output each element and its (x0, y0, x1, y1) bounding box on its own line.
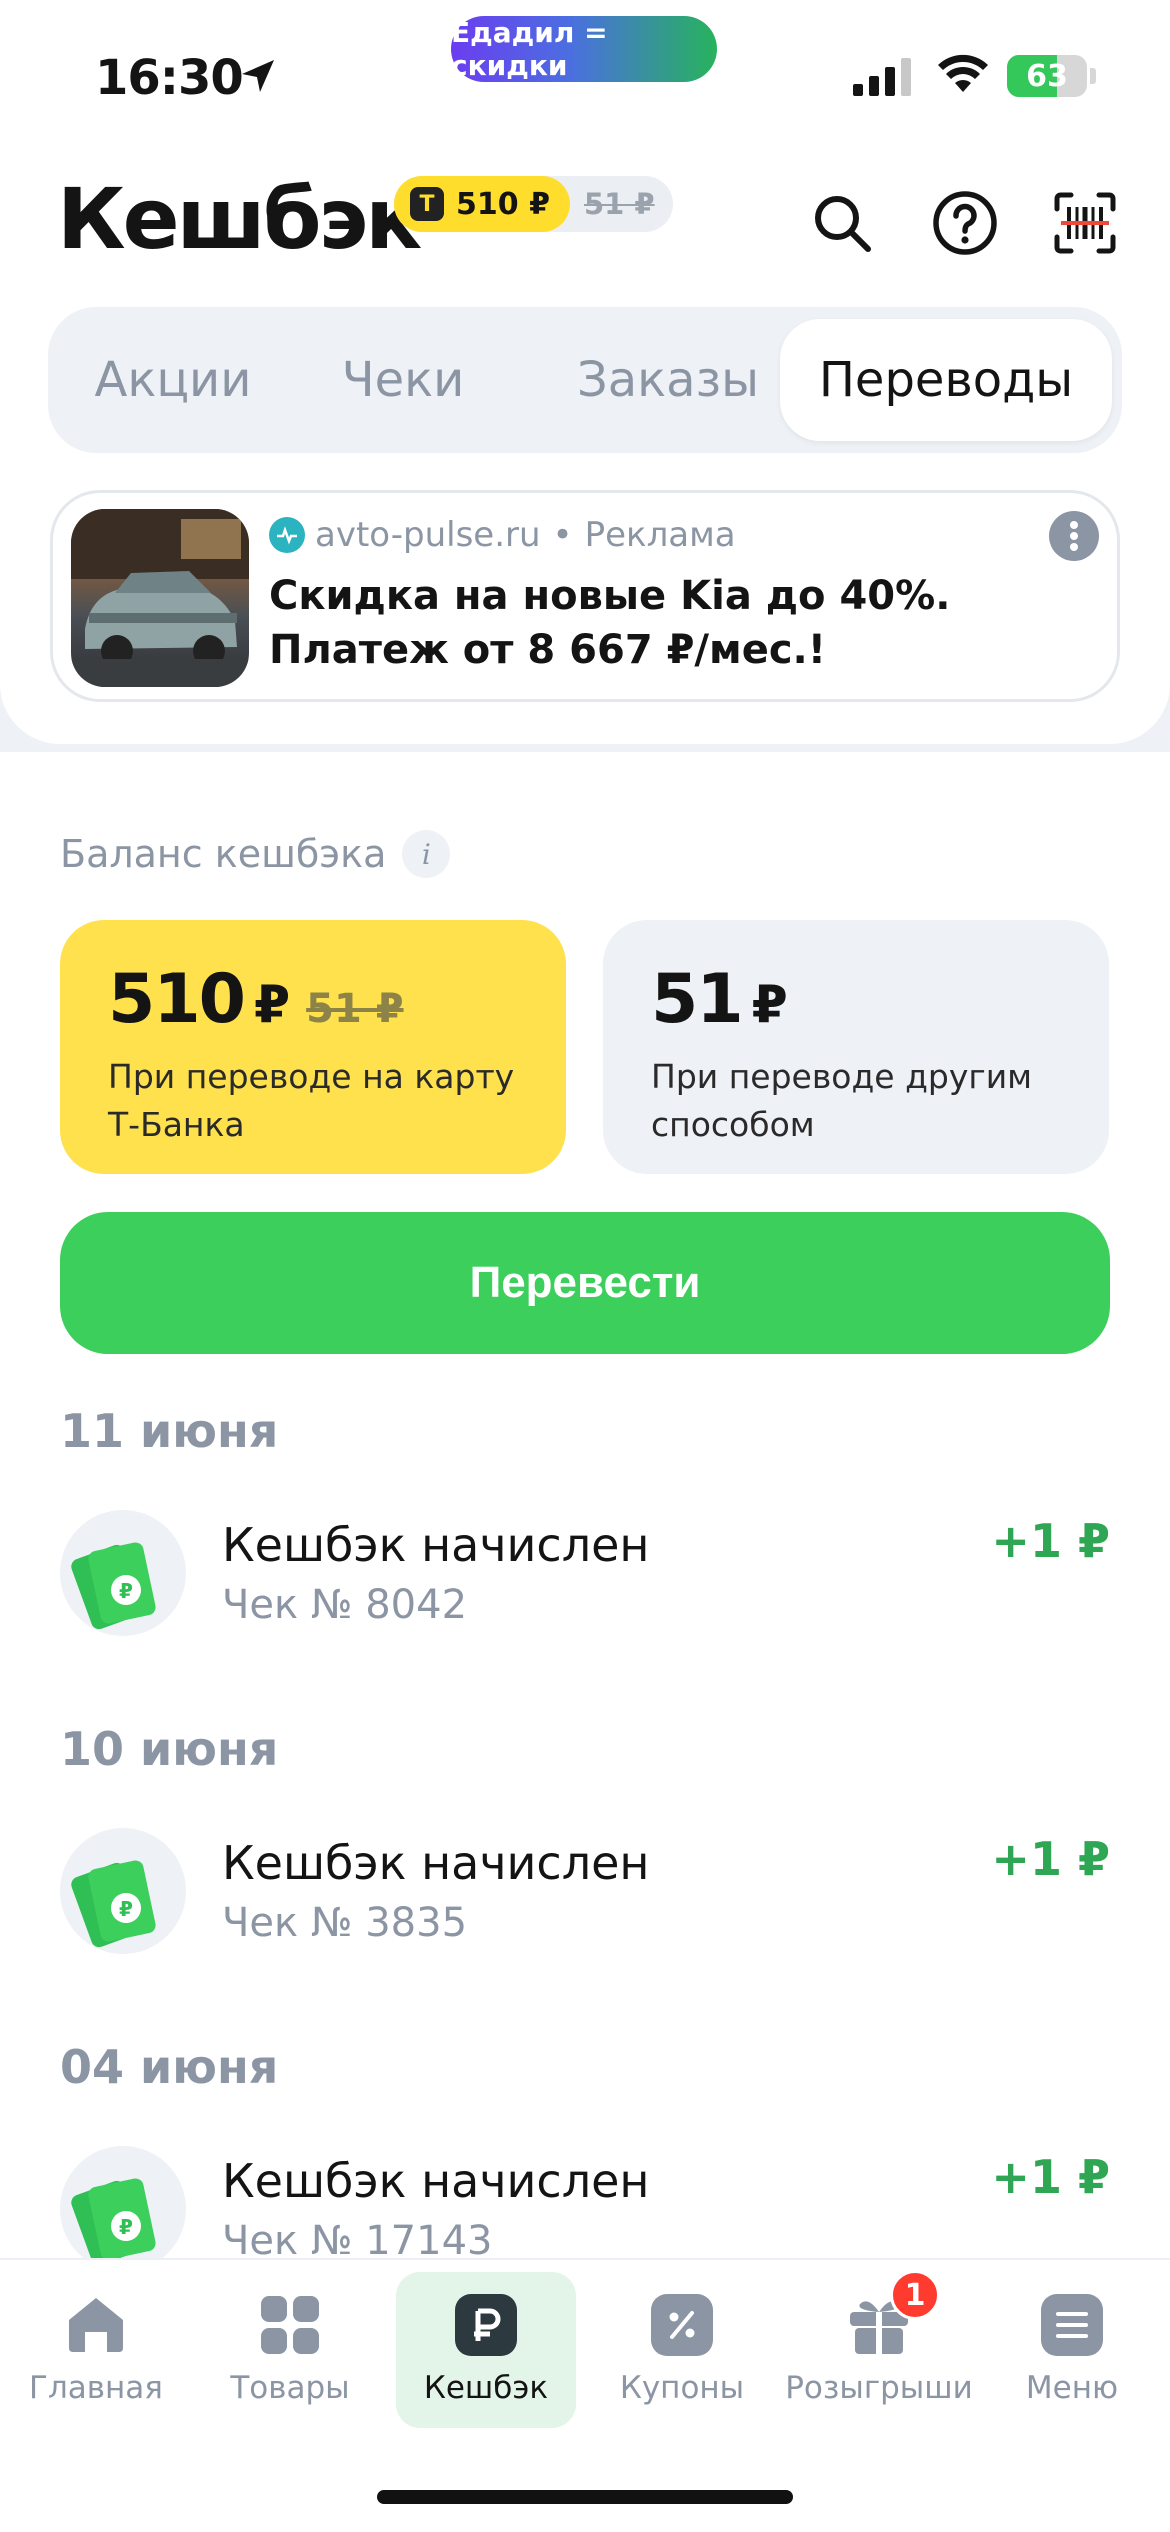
tab-transfers[interactable]: Переводы (780, 319, 1112, 441)
status-time: 16:30 (95, 50, 244, 106)
nav-label: Кешбэк (423, 2370, 549, 2406)
nav-label: Товары (230, 2370, 350, 2406)
cashback-money-icon: ₽ (60, 2146, 186, 2272)
tab-promotions[interactable]: Акции (58, 319, 288, 441)
segmented-tabs: Акции Чеки Заказы Переводы (48, 307, 1122, 453)
cashback-chip[interactable]: Т 510 ₽ 51 ₽ (394, 176, 673, 232)
more-vertical-icon (1070, 521, 1078, 551)
other-balance-desc: При переводе другим способом (651, 1057, 1033, 1144)
tbank-cashback-amount: 510 ₽ (456, 186, 550, 222)
tbank-cashback-chip: Т 510 ₽ (394, 176, 570, 232)
cellular-signal-icon (853, 58, 911, 96)
tbank-amount-old: 51 ₽ (306, 986, 404, 1032)
tab-receipts[interactable]: Чеки (308, 319, 498, 441)
page-title: Кешбэк (57, 170, 422, 268)
tab-orders[interactable]: Заказы (518, 319, 818, 441)
transaction-title: Кешбэк начислен (222, 1518, 650, 1572)
car-image (71, 509, 249, 687)
nav-cashback[interactable]: Кешбэк (396, 2272, 576, 2428)
location-arrow-icon (242, 60, 274, 92)
transaction-amount: +1 ₽ (991, 1514, 1110, 1568)
home-icon (65, 2294, 127, 2356)
search-button[interactable] (807, 188, 877, 258)
battery-cap (1090, 68, 1096, 84)
transaction-amount: +1 ₽ (991, 2150, 1110, 2204)
scan-receipt-button[interactable] (1050, 188, 1120, 258)
tbank-balance-desc: При переводе на карту Т-Банка (108, 1057, 515, 1144)
battery-indicator: 63 (1007, 55, 1087, 97)
svg-text:₽: ₽ (119, 1897, 133, 1921)
home-indicator[interactable] (377, 2490, 793, 2504)
tbank-amount-value: 510 (108, 960, 246, 1039)
nav-giveaways[interactable]: 1 Розыгрыши (784, 2270, 974, 2428)
help-icon (933, 191, 997, 255)
nav-menu[interactable]: Меню (982, 2272, 1162, 2428)
promo-pill[interactable]: Едадил = скидки (451, 16, 717, 82)
balance-label: Баланс кешбэка i (60, 830, 451, 878)
nav-label: Розыгрыши (785, 2370, 973, 2406)
help-button[interactable] (930, 188, 1000, 258)
nav-label: Главная (29, 2370, 163, 2406)
percent-icon (651, 2294, 713, 2356)
gift-icon: 1 (848, 2270, 940, 2356)
list-item[interactable]: ₽ Кешбэк начислен Чек № 8042 +1 ₽ (60, 1510, 1110, 1650)
svg-text:₽: ₽ (119, 1579, 133, 1603)
date-header: 11 июня (60, 1404, 279, 1458)
other-balance-card[interactable]: 51 ₽ При переводе другим способом (603, 920, 1109, 1174)
ad-text: Скидка на новые Kia до 40%. Платеж от 8 … (269, 573, 951, 673)
ad-more-button[interactable] (1049, 511, 1099, 561)
date-header: 10 июня (60, 1722, 279, 1776)
ad-label: Реклама (584, 515, 736, 555)
nav-home[interactable]: Главная (6, 2272, 186, 2428)
transaction-receipt: Чек № 3835 (222, 1900, 468, 1946)
nav-label: Купоны (619, 2370, 745, 2406)
cashback-money-icon: ₽ (60, 1510, 186, 1636)
pulse-logo-icon (269, 517, 305, 553)
status-bar: 16:30 Едадил = скидки 63 (0, 0, 1170, 140)
scan-icon (1054, 192, 1116, 254)
battery-level: 63 (1026, 58, 1068, 94)
nav-products[interactable]: Товары (200, 2272, 380, 2428)
tbank-balance-amount: 510 ₽ 51 ₽ (108, 960, 518, 1039)
ad-image (71, 509, 249, 687)
tbank-balance-card[interactable]: 510 ₽ 51 ₽ При переводе на карту Т-Банка (60, 920, 566, 1174)
wifi-icon (938, 54, 988, 92)
other-balance-amount: 51 ₽ (651, 960, 1061, 1039)
balance-title: Баланс кешбэка (60, 832, 387, 876)
grid-icon (259, 2294, 321, 2356)
search-icon (815, 196, 871, 252)
transaction-receipt: Чек № 8042 (222, 1582, 468, 1628)
tbank-logo-icon: Т (410, 187, 444, 221)
list-item[interactable]: ₽ Кешбэк начислен Чек № 3835 +1 ₽ (60, 1828, 1110, 1968)
menu-icon (1041, 2294, 1103, 2356)
svg-text:₽: ₽ (119, 2215, 133, 2239)
transaction-title: Кешбэк начислен (222, 2154, 650, 2208)
ad-separator: • (552, 515, 573, 555)
other-amount-value: 51 (651, 960, 744, 1039)
info-icon[interactable]: i (402, 830, 451, 878)
date-header: 04 июня (60, 2040, 279, 2094)
cashback-money-icon: ₽ (60, 1828, 186, 1954)
ruble-icon (455, 2294, 517, 2356)
notification-badge: 1 (890, 2270, 940, 2320)
nav-label: Меню (1025, 2370, 1119, 2406)
other-amount-currency: ₽ (751, 975, 788, 1035)
transfer-button[interactable]: Перевести (60, 1212, 1110, 1354)
ad-domain: avto-pulse.ru (315, 515, 541, 555)
tbank-amount-currency: ₽ (253, 975, 290, 1035)
nav-coupons[interactable]: Купоны (592, 2272, 772, 2428)
transaction-amount: +1 ₽ (991, 1832, 1110, 1886)
transaction-title: Кешбэк начислен (222, 1836, 650, 1890)
other-cashback-amount: 51 ₽ (583, 187, 655, 221)
ad-banner[interactable]: avto-pulse.ru • Реклама Скидка на новые … (50, 490, 1120, 702)
ad-source: avto-pulse.ru • Реклама (269, 515, 736, 555)
